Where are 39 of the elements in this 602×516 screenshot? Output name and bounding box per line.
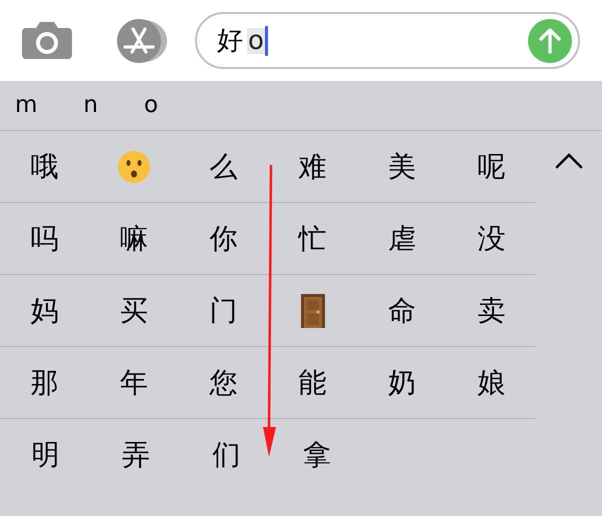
candidate-key[interactable]: 呢 [477, 150, 506, 184]
candidate-key[interactable]: 妈 [30, 294, 59, 328]
candidate-key[interactable]: 年 [120, 366, 148, 400]
candidate-key[interactable]: 那 [30, 366, 59, 400]
candidate-key[interactable]: 嘛 [120, 222, 148, 256]
candidate-key[interactable]: 奶 [388, 366, 416, 400]
pinyin-option[interactable]: n [83, 88, 98, 123]
candidate-key[interactable]: 美 [388, 150, 416, 184]
pinyin-option[interactable]: m [15, 88, 38, 123]
composing-text: o [247, 28, 265, 54]
hushed-face-emoji-icon [116, 150, 151, 184]
emoji-candidate-key[interactable] [116, 150, 151, 184]
candidate-key[interactable]: 么 [209, 150, 238, 184]
arrow-up-icon [538, 28, 562, 54]
candidate-key[interactable]: 你 [209, 222, 238, 256]
candidate-key[interactable]: 拿 [302, 438, 331, 472]
candidate-key[interactable]: 难 [298, 150, 327, 184]
candidate-key[interactable]: 您 [209, 366, 238, 400]
message-field[interactable]: 好 o [195, 12, 580, 69]
candidate-key[interactable]: 没 [477, 222, 506, 256]
candidate-key[interactable]: 弄 [122, 438, 150, 472]
candidate-key[interactable]: 命 [388, 294, 416, 328]
candidate-key[interactable]: 们 [212, 438, 240, 472]
typed-text: 好 [217, 28, 243, 54]
door-emoji-icon [300, 294, 325, 328]
candidate-key[interactable]: 能 [298, 366, 327, 400]
candidate-key[interactable]: 明 [31, 438, 60, 472]
chevron-up-icon[interactable] [555, 153, 583, 169]
candidate-key[interactable]: 吗 [30, 222, 59, 256]
candidate-key[interactable]: 哦 [30, 150, 59, 184]
camera-icon[interactable] [22, 22, 72, 59]
candidate-key[interactable]: 卖 [477, 294, 506, 328]
candidate-key[interactable]: 娘 [477, 366, 506, 400]
candidate-key[interactable]: 门 [209, 294, 238, 328]
candidate-key[interactable]: 买 [120, 294, 148, 328]
emoji-candidate-key[interactable] [300, 294, 325, 328]
candidate-key[interactable]: 虐 [388, 222, 416, 256]
pinyin-option[interactable]: o [144, 88, 158, 123]
candidate-key[interactable]: 忙 [298, 222, 327, 256]
